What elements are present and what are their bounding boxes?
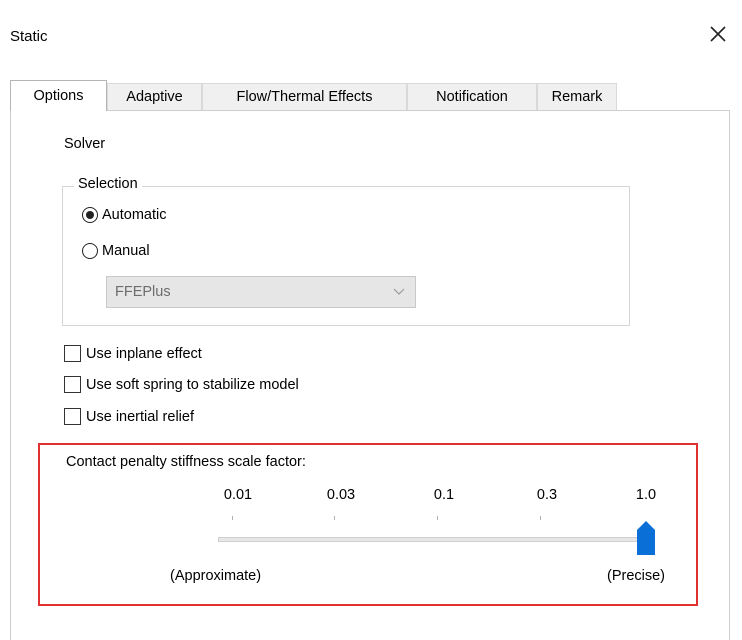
- tick-label-0-3: 0.3: [536, 487, 558, 503]
- tick-mark: [232, 516, 233, 520]
- checkbox-inertial-relief-label: Use inertial relief: [86, 408, 194, 425]
- radio-manual[interactable]: Manual: [82, 243, 150, 259]
- checkbox-box[interactable]: [64, 408, 81, 425]
- tick-mark: [334, 516, 335, 520]
- checkbox-inertial-relief[interactable]: Use inertial relief: [64, 408, 194, 425]
- contact-penalty-label: Contact penalty stiffness scale factor:: [66, 454, 306, 470]
- tab-options[interactable]: Options: [10, 80, 107, 111]
- radio-button-checked[interactable]: [82, 207, 98, 223]
- tab-flow-thermal-effects[interactable]: Flow/Thermal Effects: [202, 83, 407, 110]
- tick-mark: [540, 516, 541, 520]
- close-button[interactable]: [706, 22, 730, 46]
- tab-remark[interactable]: Remark: [537, 83, 617, 110]
- tick-mark: [437, 516, 438, 520]
- radio-button-unchecked[interactable]: [82, 243, 98, 259]
- checkbox-box[interactable]: [64, 376, 81, 393]
- tick-label-0-01: 0.01: [223, 487, 253, 503]
- close-icon: [710, 26, 726, 42]
- solver-dropdown[interactable]: FFEPlus: [106, 276, 416, 308]
- checkbox-inplane-effect-label: Use inplane effect: [86, 345, 202, 362]
- checkbox-soft-spring-label: Use soft spring to stabilize model: [86, 376, 299, 393]
- window-title: Static: [10, 28, 48, 45]
- radio-automatic-label: Automatic: [102, 207, 167, 223]
- stiffness-slider-track[interactable]: [218, 537, 648, 542]
- tick-label-1-0: 1.0: [635, 487, 657, 503]
- checkbox-box[interactable]: [64, 345, 81, 362]
- slider-min-label: (Approximate): [170, 568, 262, 584]
- tick-label-0-03: 0.03: [326, 487, 356, 503]
- checkbox-inplane-effect[interactable]: Use inplane effect: [64, 345, 202, 362]
- checkbox-soft-spring[interactable]: Use soft spring to stabilize model: [64, 376, 299, 393]
- radio-automatic[interactable]: Automatic: [82, 207, 166, 223]
- tab-notification[interactable]: Notification: [407, 83, 537, 110]
- stiffness-slider-thumb[interactable]: [636, 520, 656, 556]
- chevron-down-icon: [393, 288, 405, 295]
- solver-dropdown-value: FFEPlus: [115, 284, 171, 300]
- tab-adaptive[interactable]: Adaptive: [107, 83, 202, 110]
- solver-heading: Solver: [64, 136, 106, 152]
- slider-max-label: (Precise): [607, 568, 666, 584]
- tick-label-0-1: 0.1: [433, 487, 455, 503]
- selection-legend: Selection: [74, 176, 142, 192]
- radio-manual-label: Manual: [102, 243, 150, 259]
